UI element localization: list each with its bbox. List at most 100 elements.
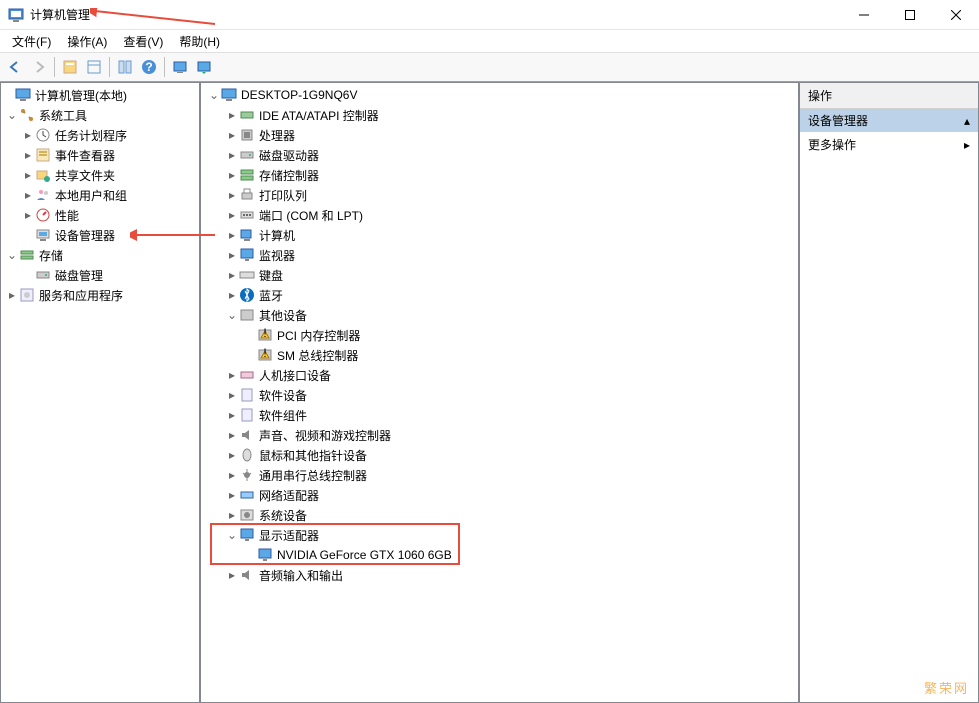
actions-section-device-manager[interactable]: 设备管理器 ▴	[800, 109, 978, 132]
left-tree-pane[interactable]: ▸ 计算机管理(本地) ⌄ 系统工具 ▸ 任务计划程序 ▸ 事件查看器 ▸	[0, 82, 200, 703]
tree-disk-mgmt[interactable]: ▸ 磁盘管理	[1, 265, 199, 285]
expander-icon[interactable]: ▸	[225, 268, 239, 282]
tree-label: 本地用户和组	[55, 187, 127, 204]
back-button[interactable]	[4, 56, 26, 78]
device-label: 监视器	[259, 247, 295, 264]
forward-button[interactable]	[28, 56, 50, 78]
tree-event-viewer[interactable]: ▸ 事件查看器	[1, 145, 199, 165]
soft-icon	[239, 387, 255, 403]
tree-storage[interactable]: ⌄ 存储	[1, 245, 199, 265]
expander-icon[interactable]: ▸	[225, 188, 239, 202]
expander-icon[interactable]: ⌄	[5, 108, 19, 122]
expander-icon[interactable]: ⌄	[5, 248, 19, 262]
device-pci_mem[interactable]: ▸!PCI 内存控制器	[201, 325, 798, 345]
tree-system-tools[interactable]: ⌄ 系统工具	[1, 105, 199, 125]
expander-icon[interactable]: ▸	[225, 408, 239, 422]
device-hid[interactable]: ▸人机接口设备	[201, 365, 798, 385]
help-button[interactable]: ?	[138, 56, 160, 78]
expander-icon[interactable]: ▸	[225, 288, 239, 302]
computer-icon	[15, 87, 31, 103]
device-monitors[interactable]: ▸ 监视器	[201, 245, 798, 265]
actions-section-label: 设备管理器	[808, 112, 868, 129]
close-button[interactable]	[933, 0, 979, 30]
expander-icon[interactable]: ⌄	[225, 308, 239, 322]
device-disk_drives[interactable]: ▸磁盘驱动器	[201, 145, 798, 165]
menu-file[interactable]: 文件(F)	[4, 31, 59, 52]
expander-icon[interactable]: ⌄	[225, 528, 239, 542]
toolbar-btn-2[interactable]	[83, 56, 105, 78]
collapse-icon[interactable]: ▴	[964, 114, 970, 128]
device-ports[interactable]: ▸端口 (COM 和 LPT)	[201, 205, 798, 225]
expander-icon[interactable]: ▸	[21, 188, 35, 202]
device-usb[interactable]: ▸通用串行总线控制器	[201, 465, 798, 485]
computer-icon	[221, 87, 237, 103]
expander-icon[interactable]: ▸	[21, 128, 35, 142]
tree-device-manager[interactable]: ▸ 设备管理器	[1, 225, 199, 245]
device-sm_bus[interactable]: ▸!SM 总线控制器	[201, 345, 798, 365]
device-keyboards[interactable]: ▸ 键盘	[201, 265, 798, 285]
expander-icon[interactable]: ⌄	[207, 88, 221, 102]
expander-icon[interactable]: ▸	[225, 508, 239, 522]
tree-local-users[interactable]: ▸ 本地用户和组	[1, 185, 199, 205]
expander-icon[interactable]: ▸	[225, 388, 239, 402]
device-label: IDE ATA/ATAPI 控制器	[259, 107, 379, 124]
expander-icon[interactable]: ▸	[225, 428, 239, 442]
device-bluetooth[interactable]: ▸蓝牙	[201, 285, 798, 305]
tree-task-scheduler[interactable]: ▸ 任务计划程序	[1, 125, 199, 145]
expander-icon[interactable]: ▸	[225, 488, 239, 502]
expander-icon[interactable]: ▸	[21, 208, 35, 222]
maximize-button[interactable]	[887, 0, 933, 30]
expander-icon[interactable]: ▸	[225, 568, 239, 582]
toolbar-btn-5[interactable]	[169, 56, 191, 78]
expander-icon[interactable]: ▸	[21, 168, 35, 182]
device-label: 键盘	[259, 267, 283, 284]
tree-services-apps[interactable]: ▸ 服务和应用程序	[1, 285, 199, 305]
device-software_comp[interactable]: ▸软件组件	[201, 405, 798, 425]
device-tree-pane[interactable]: ⌄DESKTOP-1G9NQ6V ▸ IDE ATA/ATAPI 控制器▸处理器▸磁…	[200, 82, 799, 703]
expander-icon[interactable]: ▸	[225, 228, 239, 242]
tools-icon	[19, 107, 35, 123]
app-icon	[8, 7, 24, 23]
svg-text:!: !	[263, 327, 266, 340]
device-computers[interactable]: ▸计算机	[201, 225, 798, 245]
expander-icon[interactable]: ▸	[225, 148, 239, 162]
device-cpu[interactable]: ▸处理器	[201, 125, 798, 145]
expander-icon[interactable]: ▸	[225, 168, 239, 182]
sound-icon	[239, 567, 255, 583]
clock-icon	[35, 127, 51, 143]
device-display[interactable]: ⌄显示适配器	[201, 525, 798, 545]
device-audio_io[interactable]: ▸音频输入和输出	[201, 565, 798, 585]
tree-root[interactable]: ▸ 计算机管理(本地)	[1, 85, 199, 105]
tree-shared-folders[interactable]: ▸ 共享文件夹	[1, 165, 199, 185]
menu-help[interactable]: 帮助(H)	[171, 31, 228, 52]
device-gpu[interactable]: ▸NVIDIA GeForce GTX 1060 6GB	[201, 545, 798, 565]
expander-icon[interactable]: ▸	[225, 208, 239, 222]
actions-more[interactable]: 更多操作 ▸	[800, 132, 978, 157]
device-mouse[interactable]: ▸鼠标和其他指针设备	[201, 445, 798, 465]
device-print_queues[interactable]: ▸打印队列	[201, 185, 798, 205]
expander-icon[interactable]: ▸	[21, 148, 35, 162]
toolbar-btn-3[interactable]	[114, 56, 136, 78]
tree-performance[interactable]: ▸ 性能	[1, 205, 199, 225]
device-ide[interactable]: ▸ IDE ATA/ATAPI 控制器	[201, 105, 798, 125]
device-sound[interactable]: ▸声音、视频和游戏控制器	[201, 425, 798, 445]
expander-icon[interactable]: ▸	[225, 468, 239, 482]
expander-icon[interactable]: ▸	[225, 248, 239, 262]
expander-icon[interactable]: ▸	[225, 108, 239, 122]
device-other_devices[interactable]: ⌄其他设备	[201, 305, 798, 325]
services-icon	[19, 287, 35, 303]
device-software_dev[interactable]: ▸软件设备	[201, 385, 798, 405]
expander-icon[interactable]: ▸	[225, 368, 239, 382]
menu-action[interactable]: 操作(A)	[59, 31, 115, 52]
device-network[interactable]: ▸网络适配器	[201, 485, 798, 505]
expander-icon[interactable]: ▸	[5, 288, 19, 302]
toolbar-btn-1[interactable]	[59, 56, 81, 78]
expander-icon[interactable]: ▸	[225, 128, 239, 142]
device-system_dev[interactable]: ▸系统设备	[201, 505, 798, 525]
expander-icon[interactable]: ▸	[225, 448, 239, 462]
device-storage_ctrl[interactable]: ▸存储控制器	[201, 165, 798, 185]
menu-view[interactable]: 查看(V)	[115, 31, 171, 52]
toolbar-btn-6[interactable]	[193, 56, 215, 78]
minimize-button[interactable]	[841, 0, 887, 30]
device-computer[interactable]: ⌄DESKTOP-1G9NQ6V	[201, 85, 798, 105]
